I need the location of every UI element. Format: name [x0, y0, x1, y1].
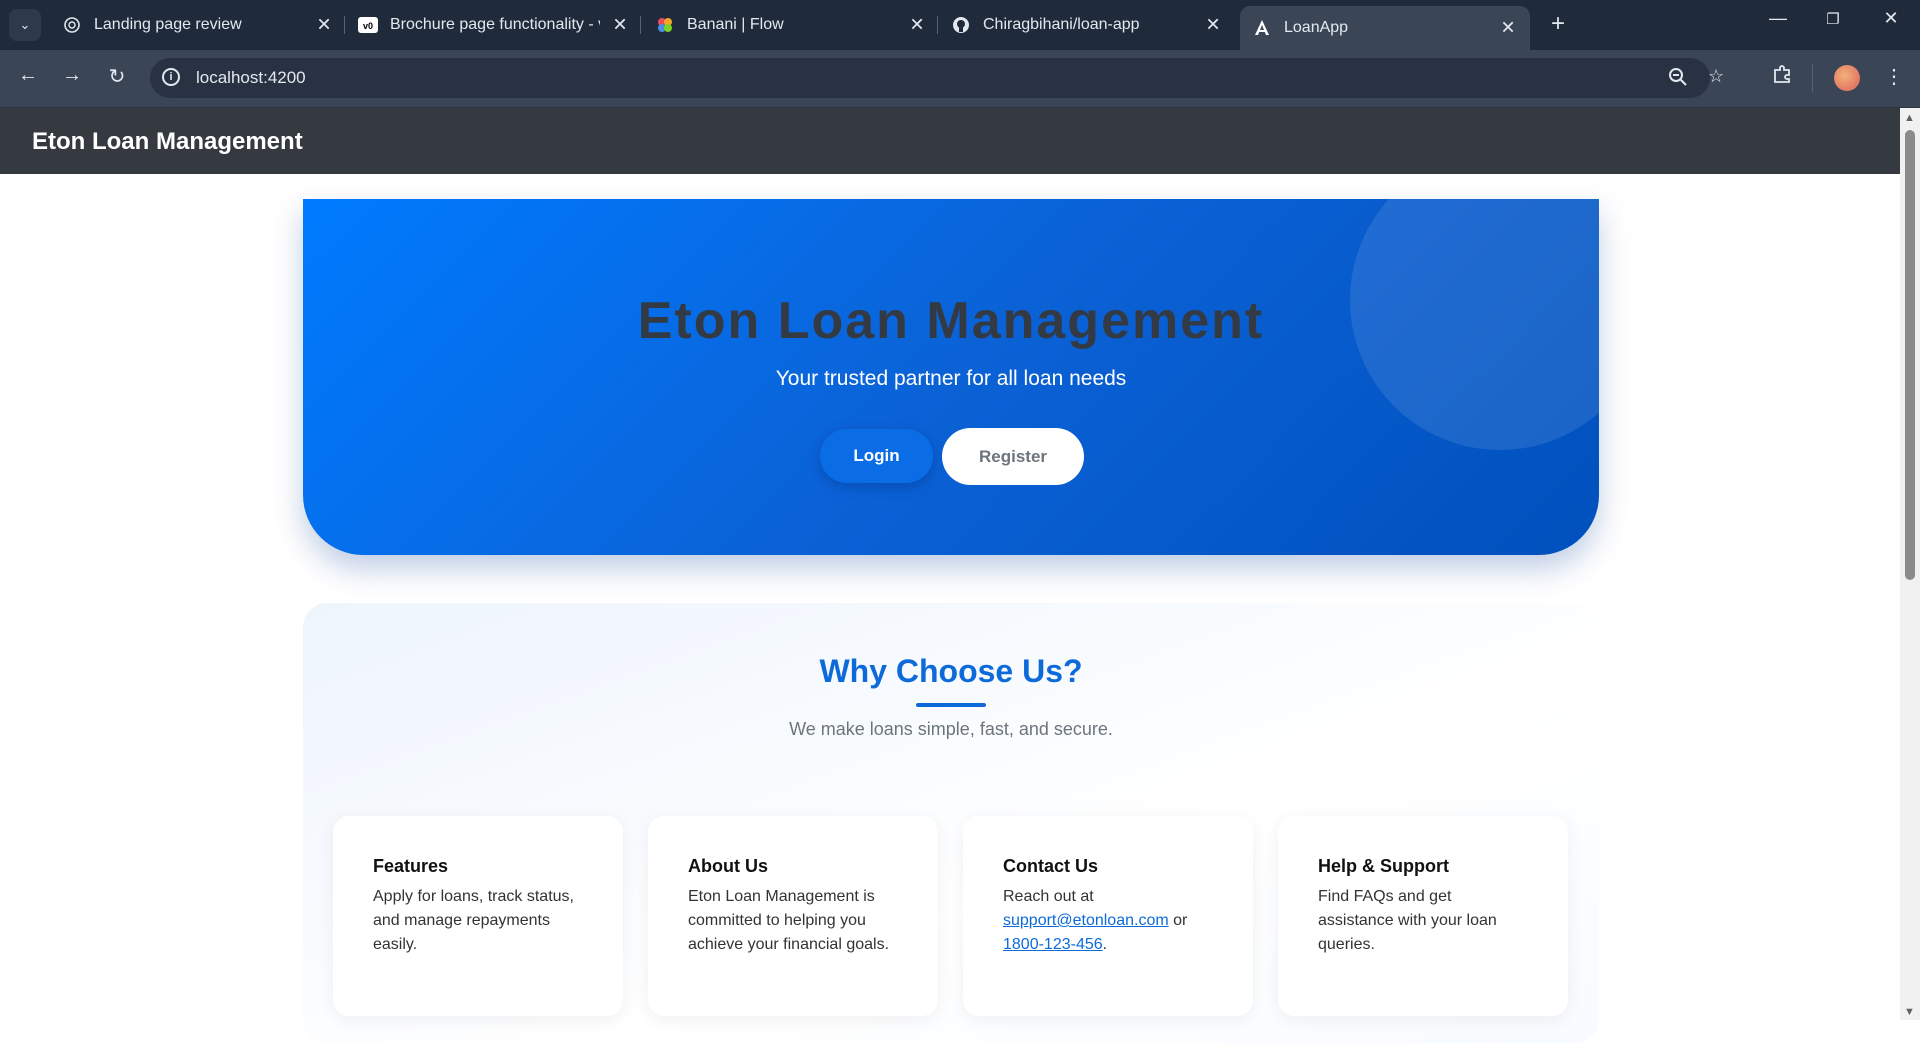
contact-us-card: Contact Us Reach out at support@etonloan… [963, 816, 1253, 1016]
login-button[interactable]: Login [820, 429, 933, 483]
section-title: Why Choose Us? [819, 653, 1083, 689]
browser-tab[interactable]: Chiragbihani/loan-app ✕ [939, 8, 1235, 42]
browser-tab[interactable]: v0 Brochure page functionality - v0 ✕ [346, 8, 642, 42]
tab-title: Chiragbihani/loan-app [983, 16, 1140, 33]
bookmark-star-icon[interactable]: ☆ [1708, 66, 1724, 87]
tab-search-button[interactable]: ⌄ [9, 9, 41, 41]
card-text: Apply for loans, track status, and manag… [373, 888, 574, 953]
tab-title: LoanApp [1284, 19, 1349, 36]
address-url[interactable]: localhost:4200 [196, 68, 306, 88]
features-card: Features Apply for loans, track status, … [333, 816, 623, 1016]
extensions-icon[interactable] [1768, 64, 1796, 90]
chevron-down-icon: ⌄ [19, 17, 31, 32]
chatgpt-icon [62, 15, 82, 35]
menu-kebab-icon[interactable]: ⋮ [1880, 64, 1908, 89]
app-brand-title[interactable]: Eton Loan Management [32, 128, 303, 156]
scroll-down-arrow-icon[interactable]: ▼ [1904, 1006, 1915, 1018]
tab-title: Banani | Flow [687, 16, 784, 33]
angular-icon [1252, 18, 1272, 38]
register-button[interactable]: Register [942, 428, 1084, 485]
contact-text-prefix: Reach out at [1003, 888, 1094, 905]
close-icon[interactable]: ✕ [1203, 15, 1223, 36]
restore-icon[interactable]: ❐ [1813, 10, 1853, 28]
toolbar-divider [1812, 64, 1813, 92]
app-navbar: Eton Loan Management [0, 108, 1900, 174]
help-support-card: Help & Support Find FAQs and get assista… [1278, 816, 1568, 1016]
hero-section: Eton Loan Management Your trusted partne… [303, 199, 1599, 555]
site-info-icon[interactable]: i [162, 68, 180, 86]
minimize-icon[interactable]: — [1758, 8, 1798, 29]
card-title: About Us [688, 856, 768, 876]
scroll-up-arrow-icon[interactable]: ▲ [1904, 112, 1915, 124]
hero-subtitle: Your trusted partner for all loan needs [775, 367, 1127, 390]
tab-title: Brochure page functionality - v0 [390, 16, 600, 33]
profile-avatar[interactable] [1834, 65, 1860, 91]
zoom-icon[interactable] [1668, 67, 1688, 92]
support-phone-link[interactable]: 1800-123-456 [1003, 936, 1103, 953]
support-email-link[interactable]: support@etonloan.com [1003, 912, 1169, 929]
browser-tab[interactable]: Landing page review ✕ [50, 8, 346, 42]
tab-separator [640, 16, 641, 34]
new-tab-button[interactable]: + [1544, 10, 1572, 38]
browser-tab[interactable]: Banani | Flow ✕ [643, 8, 939, 42]
forward-icon[interactable]: → [58, 64, 86, 87]
back-icon[interactable]: ← [14, 64, 42, 87]
scrollbar-thumb[interactable] [1905, 130, 1915, 580]
title-underline [916, 703, 986, 707]
hero-title: Eton Loan Management [637, 292, 1265, 350]
about-us-card: About Us Eton Loan Management is committ… [648, 816, 938, 1016]
card-title: Contact Us [1003, 856, 1099, 876]
tab-separator [344, 16, 345, 34]
github-icon [951, 15, 971, 35]
section-subtitle: We make loans simple, fast, and secure. [789, 719, 1113, 739]
banani-icon [655, 15, 675, 35]
browser-tab-active[interactable]: LoanApp ✕ [1240, 6, 1530, 50]
contact-text-mid: or [1168, 912, 1188, 929]
page-scrollbar[interactable]: ▲ ▼ [1900, 108, 1920, 1020]
close-icon[interactable]: ✕ [610, 15, 630, 36]
close-icon[interactable]: ✕ [314, 15, 334, 36]
card-text: Find FAQs and get assistance with your l… [1318, 888, 1497, 953]
tab-separator [937, 16, 938, 34]
v0-icon: v0 [358, 15, 378, 35]
close-icon[interactable]: ✕ [907, 15, 927, 36]
card-text: Reach out at support@etonloan.com or 180… [1003, 885, 1213, 957]
window-close-icon[interactable]: ✕ [1871, 8, 1911, 29]
contact-text-suffix: . [1102, 936, 1108, 953]
svg-text:v0: v0 [363, 21, 373, 31]
browser-tab-strip: ⌄ Landing page review ✕ v0 Brochure page… [0, 0, 1920, 50]
tab-title: Landing page review [94, 16, 242, 33]
reload-icon[interactable]: ↻ [103, 64, 131, 89]
card-title: Features [373, 856, 449, 876]
why-choose-us-section: Why Choose Us? We make loans simple, fas… [303, 603, 1599, 1043]
card-title: Help & Support [1318, 856, 1449, 876]
close-icon[interactable]: ✕ [1498, 18, 1518, 39]
address-bar[interactable]: i localhost:4200 ☆ [150, 58, 1724, 98]
browser-toolbar: ← → ↻ i localhost:4200 ☆ ⋮ [0, 50, 1920, 108]
card-text: Eton Loan Management is committed to hel… [688, 888, 890, 953]
